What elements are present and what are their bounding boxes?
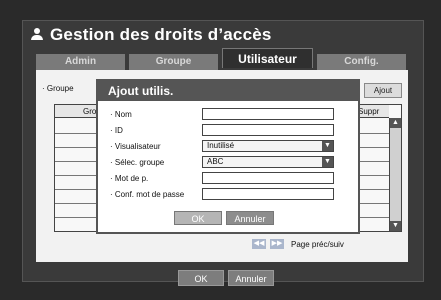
next-page-button[interactable]: ▶▶: [270, 239, 284, 249]
password-confirm-input[interactable]: [202, 188, 334, 200]
scroll-up-icon[interactable]: ▲: [390, 118, 401, 128]
tab-groupe[interactable]: Groupe: [129, 54, 218, 70]
tab-admin[interactable]: Admin: [36, 54, 125, 70]
page-title: Gestion des droits d’accès: [50, 25, 272, 44]
user-icon: [30, 27, 44, 43]
group-select[interactable]: ABC ▼: [202, 156, 334, 168]
dialog-title: Ajout utilis.: [98, 81, 358, 101]
column-header-delete: Suppr: [358, 107, 380, 116]
pagination: ◀◀ ▶▶ Page préc/suiv: [252, 238, 344, 250]
tab-config[interactable]: Config.: [317, 54, 406, 70]
add-user-button[interactable]: Ajout: [364, 83, 402, 98]
ok-button[interactable]: OK: [178, 270, 224, 286]
dialog-ok-button[interactable]: OK: [174, 211, 222, 225]
scroll-down-icon[interactable]: ▼: [390, 221, 401, 231]
field-label-password: · Mot de p.: [110, 174, 149, 183]
field-label-groupe: · Sélec. groupe: [110, 158, 165, 167]
name-input[interactable]: [202, 108, 334, 120]
cancel-button[interactable]: Annuler: [228, 270, 274, 286]
group-label: · Groupe: [42, 84, 74, 93]
table-scrollbar[interactable]: ▲ ▼: [389, 118, 401, 231]
viewer-select-value: Inutilisé: [207, 141, 235, 150]
tab-bar: Admin Groupe Utilisateur Config.: [36, 48, 406, 70]
title-row: Gestion des droits d’accès: [30, 22, 272, 48]
pagination-label: Page préc/suiv: [291, 239, 344, 249]
group-select-value: ABC: [207, 157, 224, 166]
field-label-password-confirm: · Conf. mot de passe: [110, 190, 185, 199]
tab-utilisateur[interactable]: Utilisateur: [222, 48, 313, 68]
password-input[interactable]: [202, 172, 334, 184]
dialog-cancel-button[interactable]: Annuler: [226, 211, 274, 225]
add-user-dialog: Ajout utilis. · Nom · ID · Visualisateur…: [96, 79, 360, 234]
prev-page-button[interactable]: ◀◀: [252, 239, 266, 249]
field-label-id: · ID: [110, 126, 123, 135]
field-label-visualisateur: · Visualisateur: [110, 142, 161, 151]
field-label-nom: · Nom: [110, 110, 132, 119]
chevron-down-icon[interactable]: ▼: [322, 141, 333, 151]
chevron-down-icon[interactable]: ▼: [322, 157, 333, 167]
id-input[interactable]: [202, 124, 334, 136]
viewer-select[interactable]: Inutilisé ▼: [202, 140, 334, 152]
